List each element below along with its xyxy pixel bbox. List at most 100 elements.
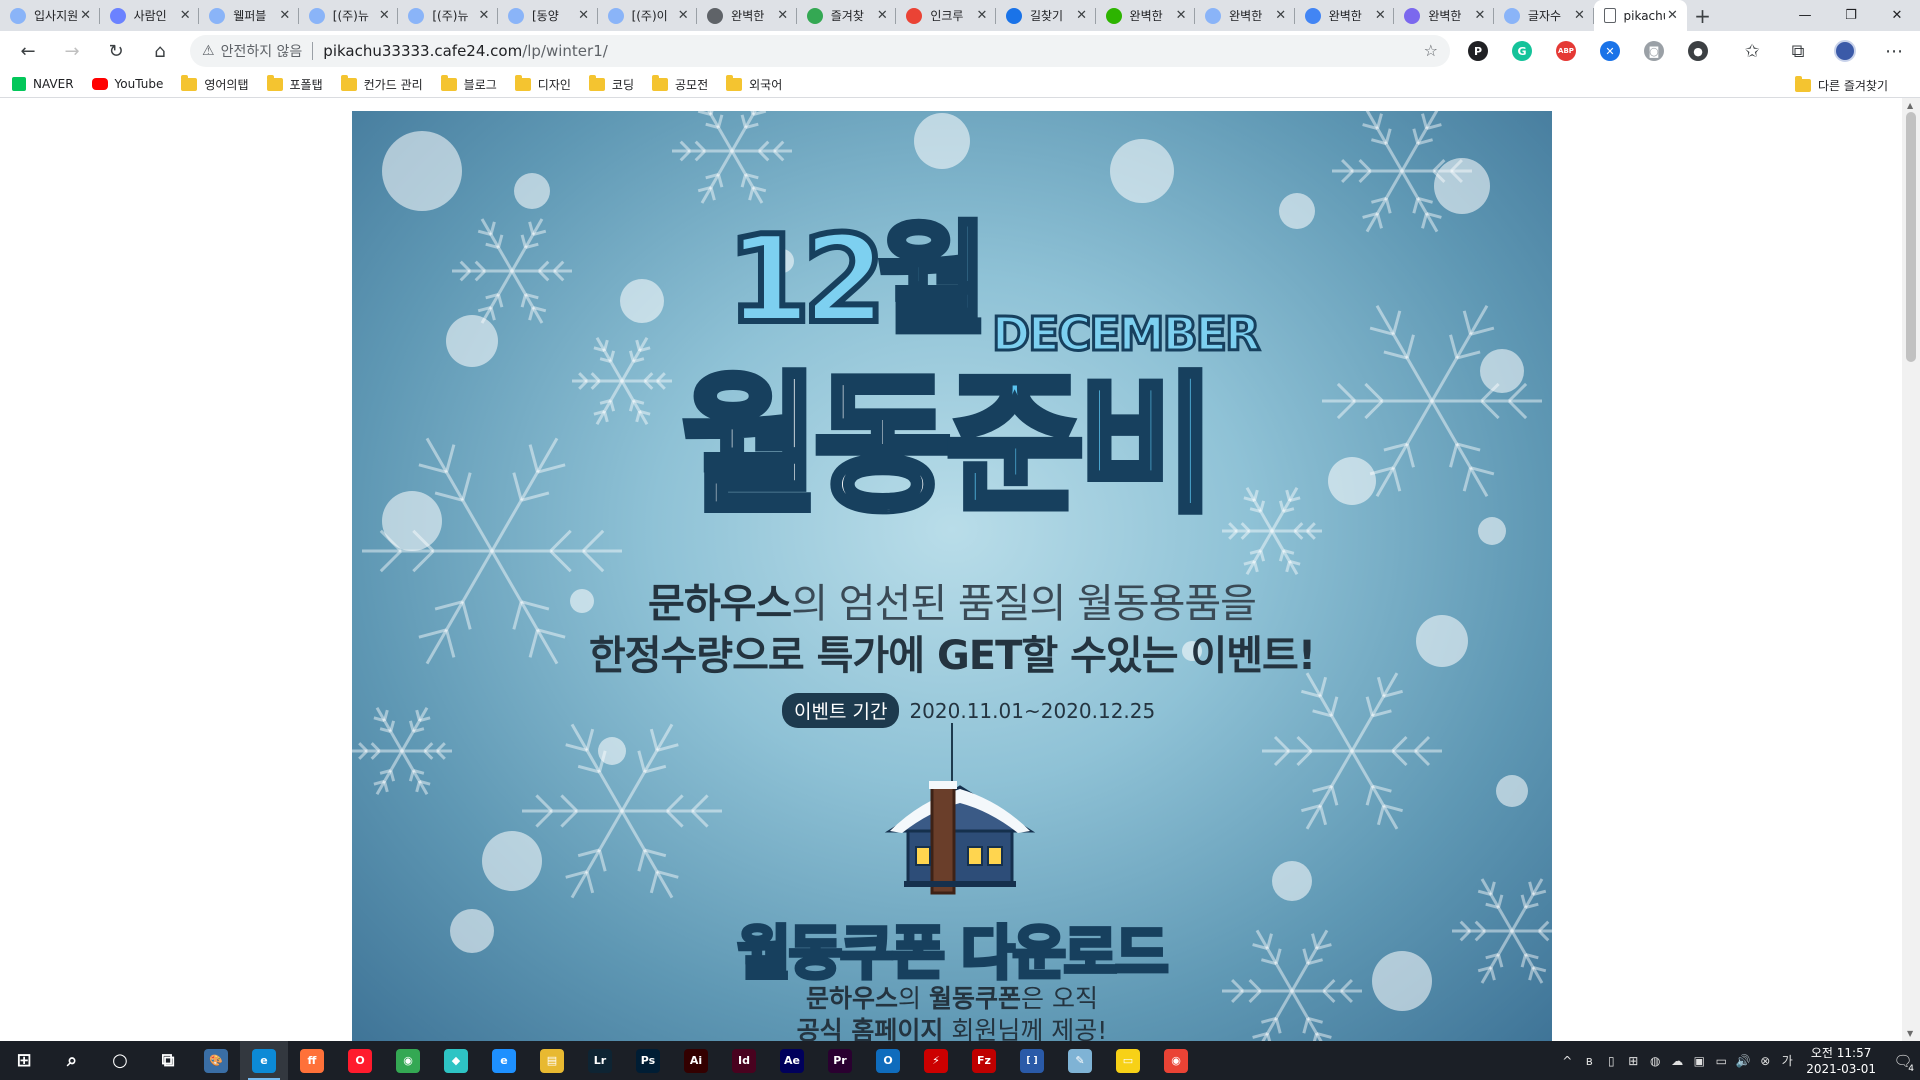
ie-app-icon[interactable]: e xyxy=(480,1041,528,1080)
settings-menu-icon[interactable]: ⋯ xyxy=(1874,31,1914,71)
browser-tab[interactable]: [(주)뉴 ✕ xyxy=(398,0,498,31)
reload-button[interactable]: ↻ xyxy=(94,31,138,71)
chrome2-app-icon[interactable]: ◉ xyxy=(1152,1041,1200,1080)
browser-tab[interactable]: 완벽한 ✕ xyxy=(1295,0,1395,31)
other-bookmarks[interactable]: 다른 즐겨찾기 xyxy=(1794,76,1888,94)
back-button[interactable]: ← xyxy=(6,31,50,71)
extension-x-icon[interactable]: ✕ xyxy=(1600,41,1620,61)
home-button[interactable]: ⌂ xyxy=(138,31,182,71)
browser-tab[interactable]: 완벽한 ✕ xyxy=(1096,0,1196,31)
tray-icon[interactable]: 가 xyxy=(1776,1052,1798,1069)
browser-tab[interactable]: [동양 ✕ xyxy=(498,0,598,31)
browser-tab[interactable]: 완벽한 ✕ xyxy=(1394,0,1494,31)
lightroom-app-icon[interactable]: Lr xyxy=(576,1041,624,1080)
address-bar[interactable]: ⚠ 안전하지 않음 pikachu33333.cafe24.com /lp/wi… xyxy=(190,35,1450,67)
page-scrollbar[interactable]: ▲ ▼ xyxy=(1902,98,1920,1041)
brackets-app-icon[interactable]: [ ] xyxy=(1008,1041,1056,1080)
opera-app-icon[interactable]: O xyxy=(336,1041,384,1080)
scroll-down-arrow-icon[interactable]: ▼ xyxy=(1907,1029,1913,1038)
tab-close-icon[interactable]: ✕ xyxy=(775,8,791,23)
profile-avatar[interactable] xyxy=(1834,40,1856,62)
bird-app-icon[interactable]: ◆ xyxy=(432,1041,480,1080)
bookmark-item[interactable]: 블로그 xyxy=(440,74,497,93)
browser-tab[interactable]: 완벽한 ✕ xyxy=(1195,0,1295,31)
tray-icon[interactable]: ^ xyxy=(1556,1054,1578,1068)
tab-close-icon[interactable]: ✕ xyxy=(277,8,293,23)
scrollbar-thumb[interactable] xyxy=(1906,112,1916,362)
browser-tab[interactable]: 즐겨찾 ✕ xyxy=(797,0,897,31)
tray-icon[interactable]: 🔊 xyxy=(1732,1054,1754,1068)
firefox-app-icon[interactable]: ff xyxy=(288,1041,336,1080)
close-window-button[interactable]: ✕ xyxy=(1874,0,1920,31)
task-view-icon[interactable]: ⧉ xyxy=(144,1041,192,1080)
notepad-app-icon[interactable]: ✎ xyxy=(1056,1041,1104,1080)
paint-app-icon[interactable]: 🎨 xyxy=(192,1041,240,1080)
tab-close-icon[interactable]: ✕ xyxy=(1665,8,1681,23)
coupon-download-title[interactable]: 월동쿠폰 다운로드 xyxy=(352,906,1552,990)
browser-tab[interactable]: 입사지원 ✕ xyxy=(0,0,100,31)
tray-icon[interactable]: ◍ xyxy=(1644,1054,1666,1068)
warning-icon[interactable]: ⚠ xyxy=(202,43,215,59)
bookmark-item[interactable]: NAVER xyxy=(12,77,74,91)
tab-close-icon[interactable]: ✕ xyxy=(1372,8,1388,23)
scroll-up-arrow-icon[interactable]: ▲ xyxy=(1907,101,1913,110)
security-status[interactable]: 안전하지 않음 xyxy=(221,41,303,61)
sticky-notes-app-icon[interactable]: ▭ xyxy=(1104,1041,1152,1080)
premiere-app-icon[interactable]: Pr xyxy=(816,1041,864,1080)
tab-close-icon[interactable]: ✕ xyxy=(1572,8,1588,23)
illustrator-app-icon[interactable]: Ai xyxy=(672,1041,720,1080)
cortana-icon[interactable]: ○ xyxy=(96,1041,144,1080)
start-icon[interactable]: ⊞ xyxy=(0,1041,48,1080)
tab-close-icon[interactable]: ✕ xyxy=(1173,8,1189,23)
bookmark-item[interactable]: 코딩 xyxy=(588,74,634,93)
system-clock[interactable]: 오전 11:57 2021-03-01 xyxy=(1806,1045,1876,1077)
browser-tab[interactable]: 웰퍼블 ✕ xyxy=(199,0,299,31)
flash-app-icon[interactable]: ⚡ xyxy=(912,1041,960,1080)
tray-icon[interactable]: ☁ xyxy=(1666,1054,1688,1068)
bookmark-item[interactable]: 포폴탭 xyxy=(266,74,323,93)
browser-tab[interactable]: 길찾기 ✕ xyxy=(996,0,1096,31)
browser-tab[interactable]: 글자수 ✕ xyxy=(1494,0,1594,31)
filezilla-app-icon[interactable]: Fz xyxy=(960,1041,1008,1080)
bookmark-item[interactable]: 영어의탭 xyxy=(181,74,249,93)
tab-close-icon[interactable]: ✕ xyxy=(974,8,990,23)
tab-close-icon[interactable]: ✕ xyxy=(675,8,691,23)
chrome-app-icon[interactable]: ◉ xyxy=(384,1041,432,1080)
tab-close-icon[interactable]: ✕ xyxy=(177,8,193,23)
browser-tab[interactable]: 사람인 ✕ xyxy=(100,0,200,31)
collections-icon[interactable]: ⧉ xyxy=(1780,31,1816,71)
edge-app-icon[interactable]: e xyxy=(240,1041,288,1080)
tab-close-icon[interactable]: ✕ xyxy=(476,8,492,23)
extension-grammarly-icon[interactable]: G xyxy=(1512,41,1532,61)
tab-close-icon[interactable]: ✕ xyxy=(376,8,392,23)
extension-p-icon[interactable]: P xyxy=(1468,41,1488,61)
tray-icon[interactable]: ⊞ xyxy=(1622,1054,1644,1068)
browser-tab[interactable]: [(주)이 ✕ xyxy=(598,0,698,31)
aftereffects-app-icon[interactable]: Ae xyxy=(768,1041,816,1080)
outlook-app-icon[interactable]: O xyxy=(864,1041,912,1080)
tab-close-icon[interactable]: ✕ xyxy=(874,8,890,23)
browser-tab[interactable]: 인크루 ✕ xyxy=(896,0,996,31)
tray-icon[interactable]: ⊗ xyxy=(1754,1054,1776,1068)
bookmark-star-icon[interactable]: ☆ xyxy=(1424,41,1438,60)
favorites-icon[interactable]: ✩ xyxy=(1734,31,1770,71)
extension-circle-icon[interactable]: ● xyxy=(1688,41,1708,61)
bookmark-item[interactable]: 컨가드 관리 xyxy=(340,74,423,93)
notification-center-icon[interactable]: 🗨 4 xyxy=(1886,1052,1920,1074)
indesign-app-icon[interactable]: Id xyxy=(720,1041,768,1080)
bookmark-item[interactable]: 디자인 xyxy=(514,74,571,93)
photoshop-app-icon[interactable]: Ps xyxy=(624,1041,672,1080)
new-tab-button[interactable]: + xyxy=(1687,0,1719,31)
tab-close-icon[interactable]: ✕ xyxy=(1074,8,1090,23)
browser-tab[interactable]: [(주)뉴 ✕ xyxy=(299,0,399,31)
extension-camera-icon[interactable]: ◙ xyxy=(1644,41,1664,61)
search-icon[interactable]: ⌕ xyxy=(48,1041,96,1080)
bookmark-item[interactable]: 공모전 xyxy=(652,74,708,93)
bookmark-item[interactable]: 외국어 xyxy=(726,74,782,93)
tab-close-icon[interactable]: ✕ xyxy=(1273,8,1289,23)
tab-close-icon[interactable]: ✕ xyxy=(576,8,592,23)
bookmark-item[interactable]: YouTube xyxy=(91,77,163,91)
explorer-app-icon[interactable]: ▤ xyxy=(528,1041,576,1080)
tray-icon[interactable]: ▯ xyxy=(1600,1054,1622,1068)
tray-icon[interactable]: ▣ xyxy=(1688,1054,1710,1068)
